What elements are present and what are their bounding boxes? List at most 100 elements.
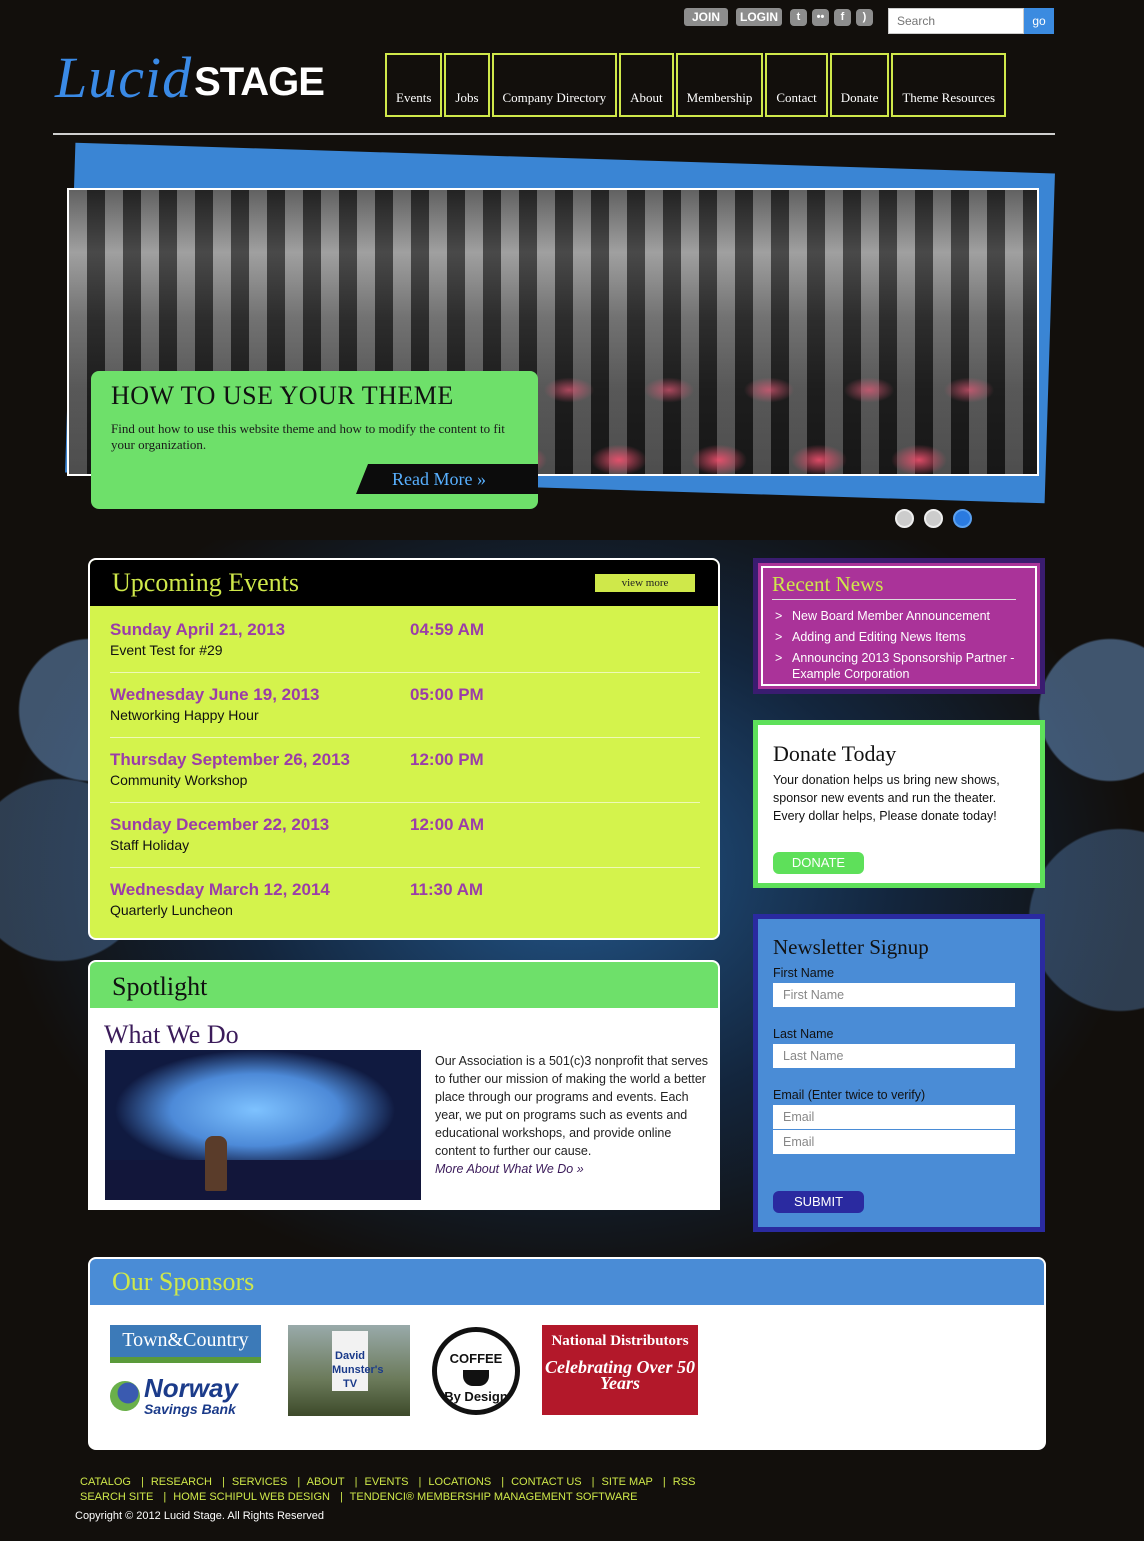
event-name: Staff Holiday <box>110 837 190 853</box>
recent-news-title: Recent News <box>772 572 1016 600</box>
search-input[interactable] <box>888 8 1024 34</box>
news-item[interactable]: New Board Member Announcement <box>775 608 1035 624</box>
footer-link[interactable]: ABOUT <box>307 1476 345 1488</box>
facebook-icon[interactable]: f <box>834 8 852 26</box>
event-date[interactable]: Sunday December 22, 2013 <box>110 815 329 835</box>
slide-dot-1[interactable] <box>895 509 914 528</box>
footer-row-1: CATALOG | RESEARCH | SERVICES | ABOUT | EVEN… <box>80 1476 696 1488</box>
national-main-text: National Distributors <box>551 1333 689 1349</box>
event-time: 12:00 AM <box>410 815 485 834</box>
flickr-icon[interactable]: •• <box>812 8 830 26</box>
event-date[interactable]: Thursday September 26, 2013 <box>110 750 350 770</box>
event-date[interactable]: Wednesday June 19, 2013 <box>110 685 319 705</box>
nav-company-directory[interactable]: Company Directory <box>491 53 618 117</box>
nav-contact[interactable]: Contact <box>765 53 828 117</box>
logo-stage-text: STAGE <box>194 60 325 104</box>
spotlight-image <box>105 1050 421 1200</box>
login-button[interactable]: LOGIN <box>736 8 783 26</box>
speaker-figure <box>205 1136 227 1191</box>
event-time: 05:00 PM <box>410 685 484 704</box>
hero-caption: HOW TO USE YOUR THEME Find out how to us… <box>91 371 538 509</box>
spotlight-body: Our Association is a 501(c)3 nonprofit t… <box>435 1052 710 1178</box>
recent-news-inner: Recent News New Board Member Announcemen… <box>761 566 1037 686</box>
footer-link[interactable]: CONTACT US <box>511 1476 582 1488</box>
email-confirm-field[interactable]: Email <box>773 1130 1015 1154</box>
spotlight-header: Spotlight <box>90 962 718 1008</box>
event-time: 04:59 AM <box>410 620 485 639</box>
recent-news-panel: Recent News New Board Member Announcemen… <box>753 558 1045 694</box>
norway-sub-text: Savings Bank <box>144 1401 236 1417</box>
event-date[interactable]: Sunday April 21, 2013 <box>110 620 285 640</box>
spotlight-panel: Spotlight What We Do Our Association is … <box>88 960 720 1210</box>
footer: CATALOG | RESEARCH | SERVICES | ABOUT | EVEN… <box>75 1475 1080 1522</box>
coffee-top-text: COFFEE <box>449 1351 503 1366</box>
nav-theme-resources[interactable]: Theme Resources <box>891 53 1007 117</box>
sponsor-logo-tv[interactable]: David Munster's TV <box>288 1325 410 1416</box>
event-divider <box>110 737 700 738</box>
footer-link[interactable]: RSS <box>673 1476 696 1488</box>
footer-link[interactable]: RESEARCH <box>151 1476 212 1488</box>
news-item[interactable]: Announcing 2013 Sponsorship Partner - Ex… <box>775 650 1035 682</box>
main-nav: Events Jobs Company Directory About Memb… <box>385 53 1008 117</box>
news-list: New Board Member Announcement Adding and… <box>775 608 1035 682</box>
events-title: Upcoming Events <box>112 568 300 597</box>
footer-link[interactable]: SERVICES <box>232 1476 287 1488</box>
sponsor-logo-coffee[interactable]: COFFEE By Design <box>432 1327 520 1415</box>
footer-link[interactable]: HOME SCHIPUL WEB DESIGN <box>173 1491 330 1503</box>
donate-panel: Donate Today Your donation helps us brin… <box>753 720 1045 888</box>
donate-button[interactable]: DONATE <box>773 852 864 874</box>
event-name: Event Test for #29 <box>110 642 223 658</box>
nav-about[interactable]: About <box>619 53 674 117</box>
footer-link[interactable]: SEARCH SITE <box>80 1491 153 1503</box>
footer-link[interactable]: TENDENCI® MEMBERSHIP MANAGEMENT SOFTWARE <box>350 1491 638 1503</box>
slide-dot-3[interactable] <box>953 509 972 528</box>
sponsor-logo-norway[interactable]: Norway Savings Bank <box>110 1375 270 1425</box>
event-divider <box>110 672 700 673</box>
donate-text: Your donation helps us bring new shows, … <box>773 773 1000 823</box>
logo-lucid-text: Lucid <box>55 45 193 110</box>
nav-events[interactable]: Events <box>385 53 443 117</box>
first-name-label: First Name <box>773 966 835 980</box>
nav-donate[interactable]: Donate <box>829 53 890 117</box>
event-divider <box>110 802 700 803</box>
footer-link[interactable]: EVENTS <box>364 1476 408 1488</box>
email-label: Email (Enter twice to verify) <box>773 1088 926 1102</box>
email-field[interactable]: Email <box>773 1105 1015 1129</box>
upcoming-events-panel: Upcoming Events view more Sunday April 2… <box>88 558 720 940</box>
sponsor-logo-town-country[interactable]: Town&Country <box>110 1325 261 1363</box>
view-more-button[interactable]: view more <box>595 574 695 592</box>
event-divider <box>110 867 700 868</box>
spotlight-text: Our Association is a 501(c)3 nonprofit t… <box>435 1054 709 1158</box>
sponsor-logo-national[interactable]: National Distributors Celebrating Over 5… <box>542 1325 698 1415</box>
utility-bar: JOIN LOGIN t •• f ) <box>684 8 878 26</box>
nav-jobs[interactable]: Jobs <box>444 53 490 117</box>
rss-icon[interactable]: ) <box>856 8 874 26</box>
event-date[interactable]: Wednesday March 12, 2014 <box>110 880 330 900</box>
event-time: 12:00 PM <box>410 750 484 769</box>
national-sub-text: Celebrating Over 50 Years <box>545 1357 695 1393</box>
last-name-field[interactable]: Last Name <box>773 1044 1015 1068</box>
footer-link[interactable]: LOCATIONS <box>428 1476 491 1488</box>
event-name: Quarterly Luncheon <box>110 902 233 918</box>
norway-swoosh-icon <box>110 1381 140 1411</box>
hero-title: HOW TO USE YOUR THEME <box>111 381 454 410</box>
search-go-button[interactable]: go <box>1024 8 1054 34</box>
hero-text: Find out how to use this website theme a… <box>111 421 505 452</box>
read-more-link[interactable]: Read More » <box>356 464 538 494</box>
donate-title: Donate Today <box>773 741 897 766</box>
nav-membership[interactable]: Membership <box>675 53 764 117</box>
footer-link[interactable]: SITE MAP <box>602 1476 653 1488</box>
join-button[interactable]: JOIN <box>684 8 729 26</box>
submit-button[interactable]: SUBMIT <box>773 1191 864 1213</box>
spotlight-more-link[interactable]: More About What We Do » <box>435 1160 710 1178</box>
first-name-field[interactable]: First Name <box>773 983 1015 1007</box>
footer-link[interactable]: CATALOG <box>80 1476 131 1488</box>
site-logo[interactable]: Lucid STAGE <box>55 45 325 110</box>
slide-dot-2[interactable] <box>924 509 943 528</box>
twitter-icon[interactable]: t <box>790 8 808 26</box>
spotlight-subtitle: What We Do <box>104 1020 239 1049</box>
event-name: Community Workshop <box>110 772 248 788</box>
search-box: go <box>888 8 1054 34</box>
event-time: 11:30 AM <box>410 880 484 899</box>
news-item[interactable]: Adding and Editing News Items <box>775 629 1035 645</box>
